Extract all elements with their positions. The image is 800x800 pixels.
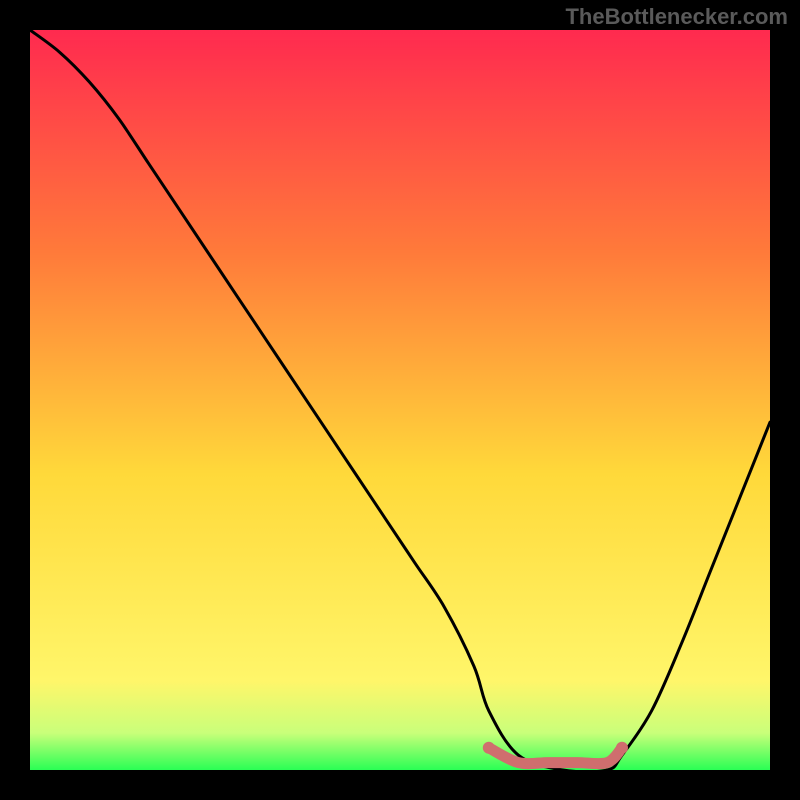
plot-area [30,30,770,770]
marker-end-dot [616,742,628,754]
gradient-background [30,30,770,770]
chart-container: TheBottlenecker.com [0,0,800,800]
marker-start-dot [483,742,495,754]
watermark-text: TheBottlenecker.com [565,4,788,30]
chart-svg [30,30,770,770]
